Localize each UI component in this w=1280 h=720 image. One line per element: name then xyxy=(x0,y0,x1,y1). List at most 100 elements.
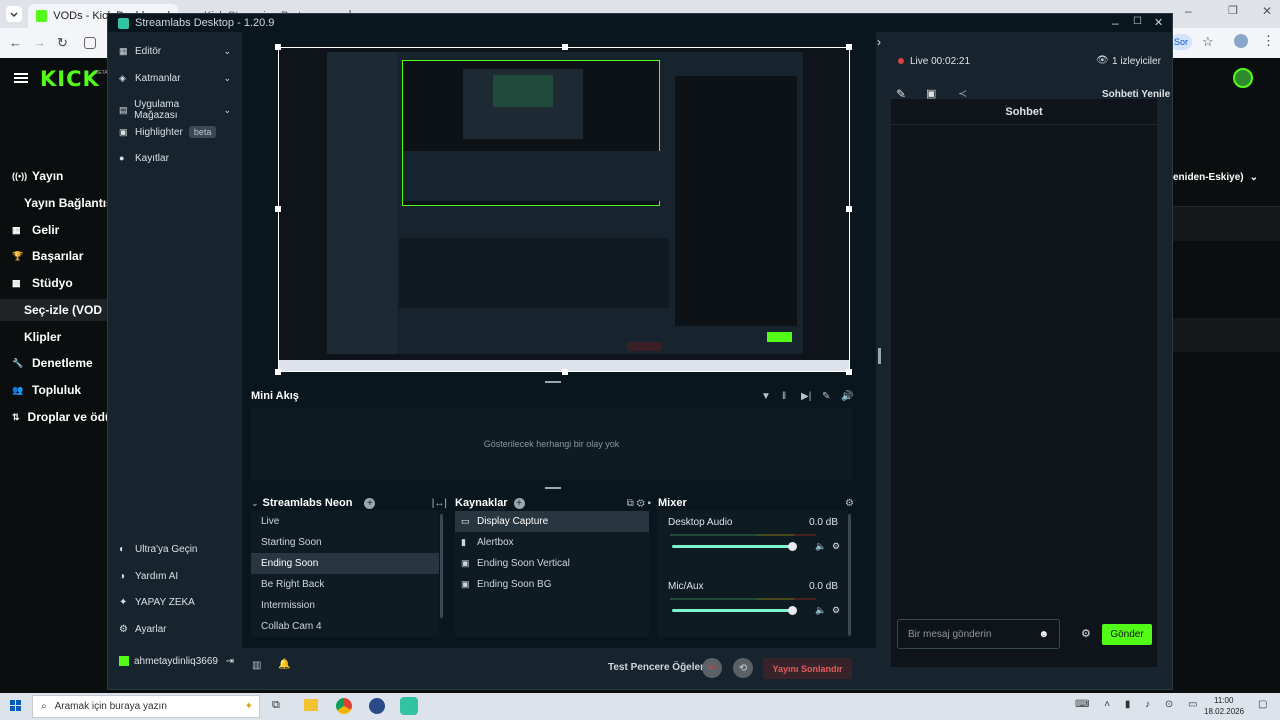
rec-button[interactable]: REC xyxy=(702,658,722,678)
kick-logo[interactable]: KICK xyxy=(40,67,100,91)
resize-handle[interactable] xyxy=(562,44,568,50)
taskbar-search[interactable]: ⌕ Aramak için buraya yazın ✦ xyxy=(32,695,260,718)
nav-layers[interactable]: ◈ Katmanlar ⌄ xyxy=(119,73,231,84)
send-button[interactable]: Gönder xyxy=(1102,624,1152,645)
volume-slider[interactable] xyxy=(672,606,797,615)
source-folder-icon[interactable]: ⧉ ⚙ ▪ xyxy=(627,498,651,509)
tray-icons[interactable]: ⌨ ˄ ▮ ♪ ⊙ ▭ xyxy=(1075,699,1204,710)
site-info-icon[interactable] xyxy=(84,37,96,49)
scene-item[interactable]: Intermission xyxy=(251,595,439,616)
close-icon[interactable]: ✕ xyxy=(1154,16,1163,29)
chrome-icon[interactable] xyxy=(336,698,352,714)
tab-list-chevron-icon[interactable] xyxy=(6,6,22,22)
resize-handle[interactable] xyxy=(846,369,852,375)
kick-nav-item[interactable]: Seç-izle (VOD xyxy=(0,299,107,321)
resize-grip[interactable] xyxy=(545,487,561,489)
scenes-scrollbar[interactable] xyxy=(440,514,443,618)
expand-right-icon[interactable]: › xyxy=(877,35,881,49)
scene-item[interactable]: Be Right Back xyxy=(251,574,439,595)
close-window-icon[interactable]: ✕ xyxy=(1262,4,1272,18)
nav-recordings[interactable]: ● Kayıtlar xyxy=(119,153,231,164)
logout-icon[interactable]: ⇥ xyxy=(226,656,234,667)
resize-handle[interactable] xyxy=(275,369,281,375)
windows-start-icon[interactable] xyxy=(10,700,22,712)
add-scene-icon[interactable]: + xyxy=(364,497,376,509)
add-source-icon[interactable]: + xyxy=(513,497,525,509)
nav-editor[interactable]: ▦ Editör ⌄ xyxy=(119,46,231,57)
resize-handle[interactable] xyxy=(846,44,852,50)
resize-handle[interactable] xyxy=(275,206,281,212)
vod-row[interactable] xyxy=(1173,207,1280,241)
notification-icon[interactable]: ▢ xyxy=(1258,699,1267,710)
kick-nav-item[interactable]: ((•)) Yayın xyxy=(0,165,107,187)
scene-item[interactable]: Collab Cam 4 xyxy=(251,616,439,637)
back-icon[interactable]: ← xyxy=(9,35,22,50)
kick-nav-item[interactable]: ▩ Stüdyo xyxy=(0,272,107,294)
kick-nav-item[interactable]: ⇅ Droplar ve ödü xyxy=(0,406,107,428)
scene-item[interactable]: Ending Soon xyxy=(251,553,439,574)
maximize-icon[interactable]: ☐ xyxy=(1133,16,1142,27)
speaker-icon[interactable]: 🔈 xyxy=(815,541,826,552)
extension-icon[interactable] xyxy=(1234,34,1248,48)
volume-icon[interactable]: 🔊 xyxy=(841,391,853,402)
streamlabs-taskbar-icon[interactable] xyxy=(400,697,418,715)
nav-ultra[interactable]: ◐ Ultra'ya Geçin xyxy=(119,544,198,555)
resize-handle[interactable] xyxy=(275,44,281,50)
source-item[interactable]: ▭ Display Capture xyxy=(455,511,649,532)
maximize-window-icon[interactable]: ❐ xyxy=(1228,4,1238,17)
vod-row[interactable] xyxy=(1173,318,1280,352)
emoji-icon[interactable]: ☻ xyxy=(1038,629,1049,640)
replay-buffer-icon[interactable]: ⟲ xyxy=(733,658,753,678)
mixer-settings-icon[interactable]: ⚙ xyxy=(845,498,854,509)
chat-input[interactable]: Bir mesaj gönderin ☻ xyxy=(897,619,1060,649)
notifications-icon[interactable]: 🔔 xyxy=(278,659,290,670)
chevron-down-icon[interactable]: ⌄ xyxy=(251,498,259,509)
nav-ai-sparkle[interactable]: ✦ YAPAY ZEKA xyxy=(119,597,195,608)
bookmark-star-icon[interactable]: ☆ xyxy=(1202,34,1214,50)
minimize-window-icon[interactable]: – xyxy=(1185,4,1192,18)
kick-nav-item[interactable]: ▦ Gelir xyxy=(0,219,107,241)
sort-dropdown[interactable]: eniden-Eskiye) ⌄ xyxy=(1173,172,1258,183)
app-icon[interactable] xyxy=(369,698,385,714)
volume-slider[interactable] xyxy=(672,542,797,551)
resize-handle[interactable] xyxy=(846,206,852,212)
transition-icon[interactable]: |↔| xyxy=(432,498,447,509)
resize-handle[interactable] xyxy=(562,369,568,375)
profile-avatar[interactable] xyxy=(1233,68,1253,88)
kick-nav-item[interactable]: 🔧 Denetleme xyxy=(0,352,107,374)
volume-slider-knob[interactable] xyxy=(788,542,797,551)
mixer-scrollbar[interactable] xyxy=(848,514,851,636)
hamburger-menu-icon[interactable] xyxy=(14,72,28,84)
kick-nav-item[interactable]: Klipler xyxy=(0,326,107,348)
source-item[interactable]: ▮ Alertbox xyxy=(455,532,649,553)
task-view-icon[interactable]: ⧉ xyxy=(272,699,280,712)
stream-preview[interactable] xyxy=(278,47,850,372)
scene-item[interactable]: Starting Soon xyxy=(251,532,439,553)
scene-collection-title[interactable]: Streamlabs Neon xyxy=(263,497,353,509)
account-row[interactable]: ahmetaydinliq3669 ⇥ xyxy=(119,654,234,668)
source-item[interactable]: ▣ Ending Soon Vertical xyxy=(455,553,649,574)
minimize-icon[interactable]: – xyxy=(1112,16,1119,30)
nav-settings[interactable]: ⚙ Ayarlar xyxy=(119,624,167,635)
chat-settings-icon[interactable]: ⚙ xyxy=(1081,627,1091,640)
kick-nav-item[interactable]: Yayın Bağlantısı xyxy=(0,192,107,214)
mute-alerts-icon[interactable]: ✎ xyxy=(822,391,830,402)
forward-icon[interactable]: → xyxy=(33,35,46,50)
kick-nav-item[interactable]: 👥 Topluluk xyxy=(0,379,107,401)
channel-settings-icon[interactable]: ⚙ xyxy=(832,605,840,616)
reload-icon[interactable]: ↻ xyxy=(57,35,68,51)
stats-icon[interactable]: ▥ xyxy=(252,660,261,671)
speaker-icon[interactable]: 🔈 xyxy=(815,605,826,616)
sor-button[interactable]: Sor xyxy=(1170,34,1192,50)
nav-app-store[interactable]: ▤ Uygulama Mağazası ⌄ xyxy=(119,99,231,121)
menu-dots-icon[interactable]: ⋮ xyxy=(1262,33,1275,49)
scene-item[interactable]: Live xyxy=(251,511,439,532)
nav-highlighter[interactable]: ▣ Highlighter beta xyxy=(119,126,231,139)
nav-ai-help[interactable]: ◑ Yardım AI xyxy=(119,571,178,582)
end-stream-button[interactable]: Yayını Sonlandır xyxy=(763,658,852,679)
skip-icon[interactable]: ▶| xyxy=(801,391,811,402)
chat-splitter[interactable] xyxy=(878,348,881,364)
file-explorer-icon[interactable] xyxy=(304,699,318,711)
kick-nav-item[interactable]: 🏆 Başarılar xyxy=(0,245,107,267)
pause-icon[interactable]: ‖ xyxy=(782,391,786,402)
